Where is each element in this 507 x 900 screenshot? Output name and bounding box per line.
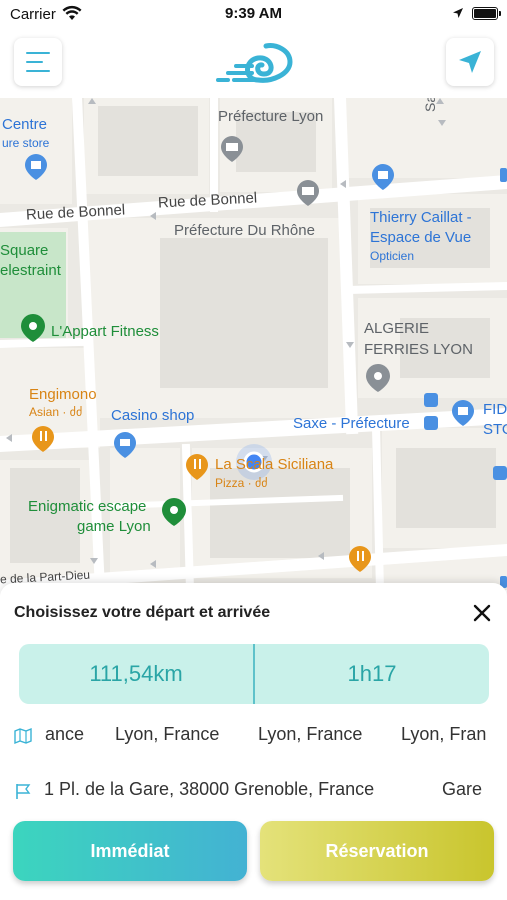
map-label-casino: Casino shop (111, 407, 195, 424)
battery-icon (472, 7, 501, 20)
map-label-prefecture-lyon: Préfecture Lyon (218, 108, 324, 125)
map-label-algerie-1: ALGERIE (364, 320, 430, 337)
app-logo (216, 43, 293, 83)
map-label-escape-2: game Lyon (77, 518, 151, 535)
map-label-engimono-sub: Asian · ძძ (29, 405, 83, 419)
departure-suggestion[interactable]: Lyon, Fran (401, 724, 486, 745)
top-bar (0, 28, 507, 98)
sheet-title: Choisissez votre départ et arrivée (14, 604, 271, 621)
arrival-row[interactable]: 1 Pl. de la Gare, 38000 Grenoble, France… (0, 775, 507, 805)
map-label-la-scala: La Scala Siciliana (215, 456, 334, 473)
recenter-button[interactable] (446, 38, 494, 86)
status-bar: Carrier 9:39 AM (0, 0, 507, 28)
hamburger-line (26, 61, 43, 63)
map-label-square-2: elestraint (0, 262, 61, 279)
map-view[interactable]: Centre ure store Préfecture Lyon Saxe Ru… (0, 98, 507, 590)
flag-icon (16, 784, 31, 799)
departure-suggestion[interactable]: Lyon, France (115, 724, 219, 745)
map-label-centre: Centre (2, 116, 48, 133)
arrival-suggestion[interactable]: Gare (442, 779, 482, 800)
map-label-fid-1: FID (483, 401, 507, 418)
map-label-algerie-2: FERRIES LYON (364, 341, 473, 358)
map-label-appart-fitness: L'Appart Fitness (51, 323, 159, 340)
map-label-thierry-2: Espace de Vue (370, 229, 472, 246)
map-label-escape-1: Enigmatic escape (28, 498, 147, 515)
arrival-suggestion[interactable]: 1 Pl. de la Gare, 38000 Grenoble, France (44, 779, 374, 800)
map-pin-outline-icon (14, 727, 32, 745)
hamburger-menu-icon (26, 52, 50, 54)
trip-distance: 111,54km (89, 661, 183, 686)
clock: 9:39 AM (225, 5, 282, 22)
trip-bottom-sheet: Choisissez votre départ et arrivée 111,5… (0, 583, 507, 900)
map-label-fid-2: STO (483, 421, 507, 438)
menu-button[interactable] (14, 38, 62, 86)
map-label-thierry-sub: Opticien (370, 249, 415, 263)
map-label-thierry-1: Thierry Caillat - (370, 209, 472, 226)
departure-suggestion[interactable]: ance (45, 724, 84, 745)
map-label-saxe-vertical: Saxe (421, 98, 439, 112)
close-x-icon[interactable] (471, 602, 493, 624)
navigation-arrow-icon (459, 51, 481, 73)
map-label-engimono: Engimono (29, 386, 97, 403)
location-services-icon (453, 8, 463, 18)
immediate-button[interactable]: Immédiat (13, 821, 247, 881)
map-label-square-1: Square (0, 242, 49, 259)
map-label-la-scala-sub: Pizza · ძძ (215, 476, 268, 490)
map-label-centre-sub: ure store (2, 136, 50, 150)
map-label-prefecture-rhone: Préfecture Du Rhône (174, 222, 315, 239)
map-label-saxe-prefecture: Saxe - Préfecture (293, 415, 410, 432)
reservation-button[interactable]: Réservation (260, 821, 494, 881)
departure-row[interactable]: ance Lyon, France Lyon, France Lyon, Fra… (0, 720, 507, 750)
trip-duration: 1h17 (347, 661, 397, 686)
trip-summary: 111,54km 1h17 (19, 644, 489, 704)
departure-suggestion[interactable]: Lyon, France (258, 724, 362, 745)
hamburger-line (26, 70, 50, 72)
